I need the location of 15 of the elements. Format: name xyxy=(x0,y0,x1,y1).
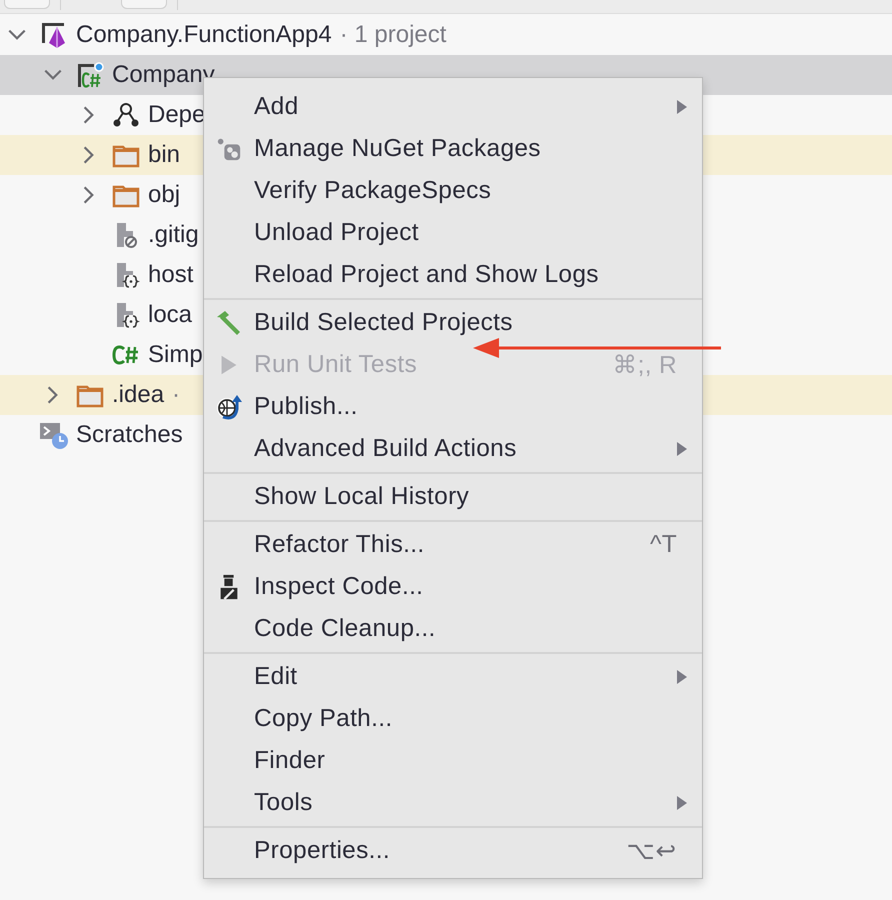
tree-item-label: bin xyxy=(148,141,180,169)
tree-item-label: .gitig xyxy=(148,221,199,249)
tree-item-label: .idea xyxy=(112,381,164,409)
tree-item-label: loca xyxy=(148,301,192,329)
tree-item-label: Company.FunctionApp4 xyxy=(76,21,332,49)
shortcut-label: ⌘;, R xyxy=(612,351,677,380)
tree-item-label: obj xyxy=(148,181,180,209)
tree-item-label: Depe xyxy=(148,101,206,129)
shortcut-label: ⌥↩ xyxy=(626,837,677,866)
tree-item-note: · 1 project xyxy=(340,21,446,49)
tree-item-label: Simp xyxy=(148,341,203,369)
shortcut-label: ^T xyxy=(650,531,677,559)
tree-item-label: Scratches xyxy=(76,421,183,449)
tree-item-note: · xyxy=(172,381,180,409)
tree-item-label: host xyxy=(148,261,194,289)
